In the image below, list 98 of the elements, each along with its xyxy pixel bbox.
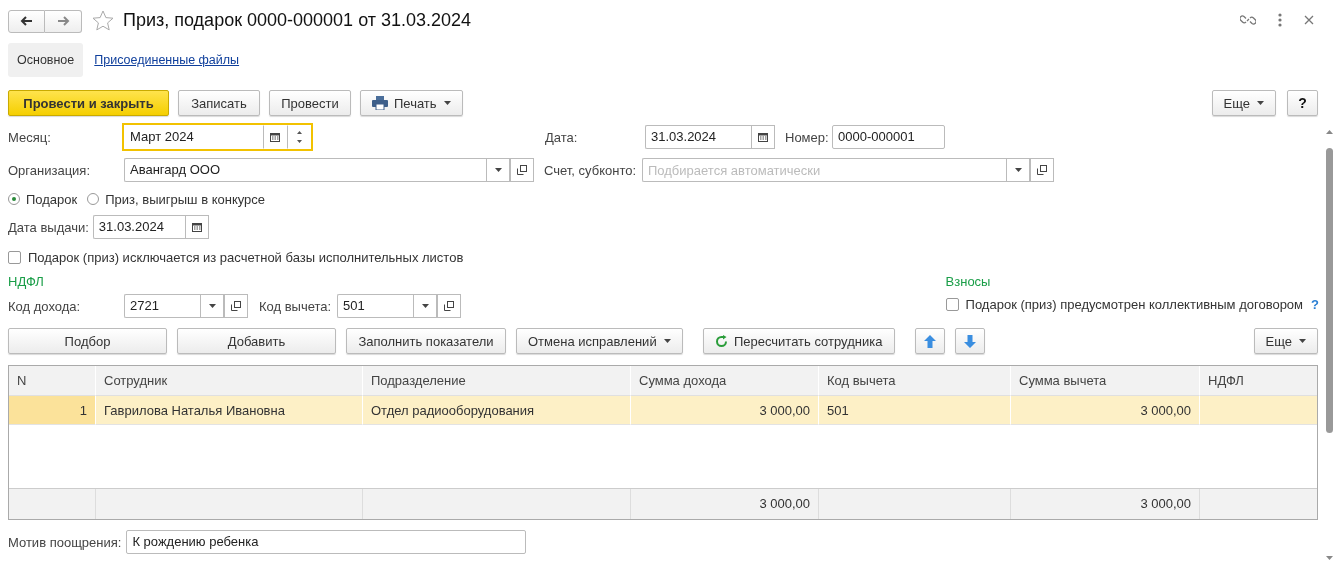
table-cell: 3 000,00: [1011, 396, 1200, 425]
date-field[interactable]: 31.03.2024: [645, 125, 751, 149]
post-and-close-button[interactable]: Провести и закрыть: [8, 90, 169, 116]
field-label: Мотив поощрения:: [8, 534, 122, 550]
calendar-icon: [758, 132, 768, 142]
dropdown-button[interactable]: [200, 294, 224, 318]
column-header[interactable]: Код вычета: [819, 366, 1011, 396]
field-label: Счет, субконто:: [544, 162, 638, 178]
deduction-code-field[interactable]: 501: [337, 294, 413, 318]
number-field[interactable]: 0000-000001: [832, 125, 945, 149]
more-icon[interactable]: [1278, 13, 1282, 27]
calendar-button[interactable]: [751, 125, 775, 149]
open-button[interactable]: [224, 294, 248, 318]
table-cell: Отдел радиооборудования: [363, 396, 631, 425]
checkbox[interactable]: [945, 298, 959, 311]
column-header[interactable]: N: [9, 366, 96, 396]
account-field[interactable]: Подбирается автоматически: [642, 158, 1006, 182]
table-row[interactable]: 1 Гаврилова Наталья Ивановна Отдел радиооборудования 3 000,00 501 3 000,00: [9, 396, 1317, 425]
caret-icon: [1015, 168, 1022, 172]
motive-field[interactable]: К рождению ребенка: [126, 530, 527, 554]
table-cell: Гаврилова Наталья Ивановна: [96, 396, 363, 425]
dropdown-button[interactable]: [1006, 158, 1030, 182]
forward-arrow-icon: [56, 16, 70, 26]
open-button[interactable]: [437, 294, 461, 318]
back-button[interactable]: [8, 9, 45, 33]
field-label: Дата выдачи:: [8, 219, 89, 235]
column-header[interactable]: Сумма вычета: [1011, 366, 1200, 396]
caret-icon: [1299, 339, 1306, 343]
scroll-down-icon[interactable]: [1326, 556, 1333, 560]
star-icon[interactable]: [92, 9, 114, 31]
organization-field[interactable]: Авангард ООО: [124, 158, 486, 182]
table-cell: 501: [819, 396, 1011, 425]
income-code-field[interactable]: 2721: [124, 294, 200, 318]
print-button[interactable]: Печать: [360, 90, 463, 116]
close-icon[interactable]: [1304, 15, 1314, 25]
radio-label[interactable]: Подарок: [26, 191, 78, 207]
open-window-icon: [1037, 165, 1047, 175]
field-label: Номер:: [785, 129, 830, 145]
scroll-up-icon[interactable]: [1326, 130, 1333, 134]
move-down-button[interactable]: [954, 328, 985, 354]
open-window-icon: [517, 165, 527, 175]
open-button[interactable]: [510, 158, 534, 182]
open-window-icon: [444, 301, 454, 311]
recalculate-button[interactable]: Пересчитать сотрудника: [702, 328, 895, 354]
refresh-icon: [714, 334, 728, 348]
up-arrow-icon: [923, 334, 936, 348]
checkbox[interactable]: [8, 250, 21, 264]
table-cell: 3 000,00: [631, 396, 819, 425]
link-icon[interactable]: [1240, 12, 1256, 28]
field-label: Код вычета:: [259, 298, 333, 314]
radio-label[interactable]: Приз, выигрыш в конкурсе: [105, 191, 266, 207]
calendar-icon: [191, 222, 202, 232]
caret-icon: [443, 101, 451, 105]
checkbox-label[interactable]: Подарок (приз) исключается из расчетной базы исполнительных листов: [28, 249, 464, 265]
table-button[interactable]: Заполнить показатели: [346, 328, 506, 354]
radio-button[interactable]: [8, 193, 20, 205]
table-button[interactable]: Добавить: [177, 328, 336, 354]
caret-icon: [663, 339, 671, 343]
help-link[interactable]: ?: [1311, 297, 1319, 312]
issue-date-field[interactable]: 31.03.2024: [92, 215, 185, 239]
window-title: Приз, подарок 0000-000001 от 31.03.2024: [123, 9, 472, 31]
down-arrow-icon: [963, 334, 976, 348]
caret-icon: [422, 304, 429, 308]
column-header[interactable]: Сумма дохода: [631, 366, 819, 396]
tab[interactable]: Присоединенные файлы: [85, 43, 249, 77]
total-cell: 3 000,00: [631, 489, 819, 519]
table-button[interactable]: Подбор: [8, 328, 167, 354]
cancel-corrections-button[interactable]: Отмена исправлений: [516, 328, 683, 354]
dropdown-button[interactable]: [486, 158, 510, 182]
section-title: НДФЛ: [8, 274, 45, 290]
field-label: Организация:: [8, 162, 92, 178]
field-label: Код дохода:: [8, 298, 82, 314]
toolbar-button[interactable]: Записать: [178, 90, 260, 116]
toolbar-button[interactable]: Провести: [269, 90, 351, 116]
radio-button[interactable]: [87, 193, 100, 205]
total-cell: 3 000,00: [1011, 489, 1200, 519]
more-button[interactable]: Еще: [1253, 328, 1318, 354]
column-header[interactable]: Сотрудник: [96, 366, 363, 396]
field-label: Дата:: [545, 129, 579, 145]
table-cell: 1: [9, 396, 96, 425]
section-title: Взносы: [945, 274, 992, 290]
column-header[interactable]: НДФЛ: [1200, 366, 1317, 396]
checkbox-label[interactable]: Подарок (приз) предусмотрен коллективным договором: [965, 297, 1304, 312]
column-header[interactable]: Подразделение: [363, 366, 631, 396]
caret-icon: [495, 168, 502, 172]
open-window-icon: [231, 301, 241, 311]
open-button[interactable]: [1030, 158, 1054, 182]
caret-icon: [209, 304, 216, 308]
move-up-button[interactable]: [914, 328, 945, 354]
more-button[interactable]: Еще: [1211, 90, 1276, 116]
dropdown-button[interactable]: [413, 294, 437, 318]
printer-icon: [372, 96, 388, 110]
tab[interactable]: Основное: [8, 43, 84, 77]
back-arrow-icon: [20, 16, 33, 26]
help-button[interactable]: ?: [1287, 90, 1318, 116]
caret-icon: [1257, 101, 1264, 105]
field-label: Месяц:: [8, 129, 52, 145]
calendar-button[interactable]: [184, 215, 209, 239]
